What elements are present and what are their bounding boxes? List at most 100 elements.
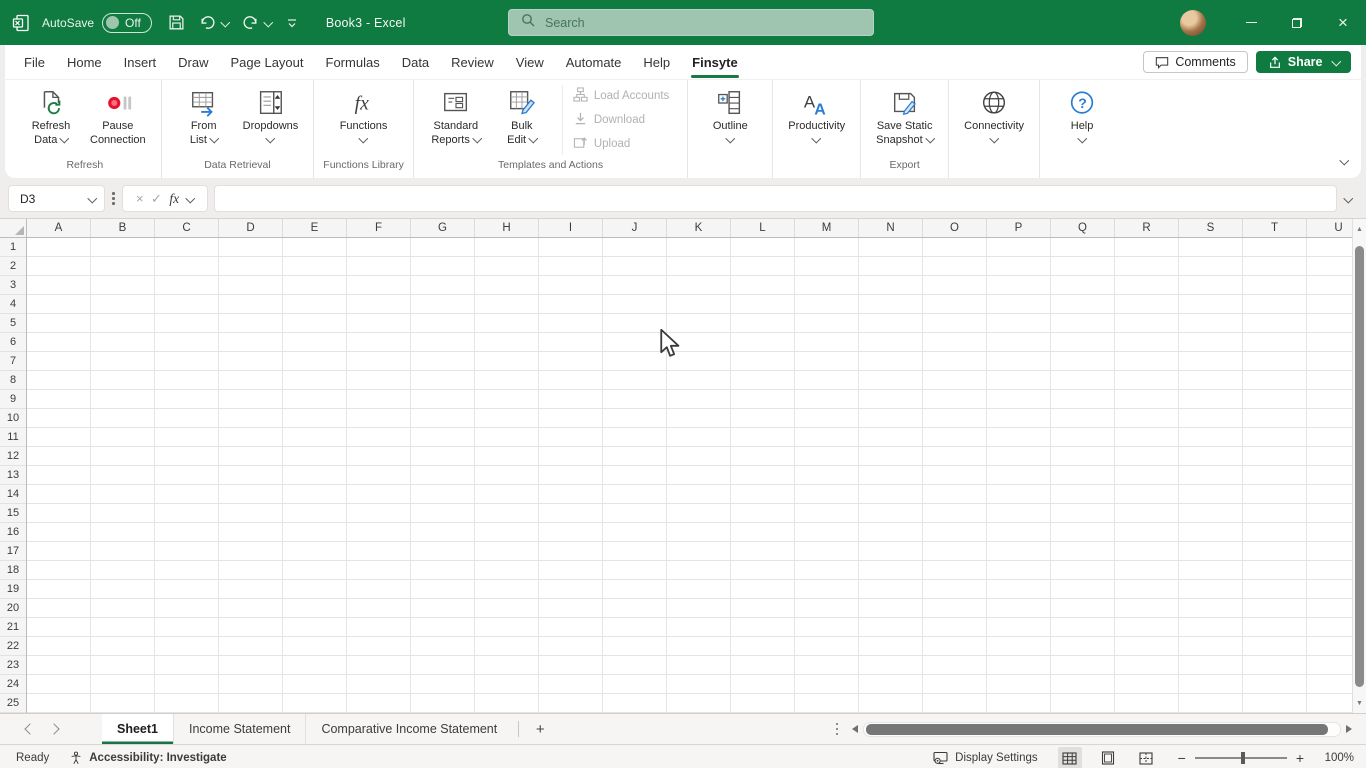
customize-quick-access-button[interactable] [286, 17, 298, 29]
sheet-scroll-splitter[interactable] [835, 722, 838, 736]
row-header-24[interactable]: 24 [0, 675, 26, 694]
download-button[interactable]: Download [573, 109, 669, 131]
row-header-10[interactable]: 10 [0, 409, 26, 428]
normal-view-button[interactable] [1057, 747, 1082, 768]
column-header-n[interactable]: N [859, 219, 923, 237]
column-header-j[interactable]: J [603, 219, 667, 237]
column-header-e[interactable]: E [283, 219, 347, 237]
row-header-9[interactable]: 9 [0, 390, 26, 409]
excel-app-icon[interactable] [10, 12, 32, 34]
pause-connection-button[interactable]: Pause Connection [85, 85, 151, 149]
help-button[interactable]: ? Help [1050, 85, 1114, 149]
column-header-r[interactable]: R [1115, 219, 1179, 237]
tab-view[interactable]: View [505, 45, 555, 79]
productivity-button[interactable]: A A Productivity [783, 85, 850, 149]
column-header-d[interactable]: D [219, 219, 283, 237]
column-header-t[interactable]: T [1243, 219, 1307, 237]
from-list-button[interactable]: From List [172, 85, 236, 149]
close-button[interactable]: × [1320, 0, 1366, 45]
horizontal-scrollbar[interactable] [852, 721, 1352, 737]
tab-automate[interactable]: Automate [555, 45, 633, 79]
tab-finsyte[interactable]: Finsyte [681, 45, 749, 79]
row-header-23[interactable]: 23 [0, 656, 26, 675]
vertical-scrollbar[interactable]: ▲ ▼ [1352, 219, 1366, 713]
scroll-down-icon[interactable]: ▼ [1353, 695, 1366, 711]
column-header-m[interactable]: M [795, 219, 859, 237]
previous-sheet-icon[interactable] [24, 723, 36, 735]
row-header-1[interactable]: 1 [0, 238, 26, 257]
row-header-17[interactable]: 17 [0, 542, 26, 561]
accessibility-status[interactable]: Accessibility: Investigate [69, 751, 227, 765]
save-static-snapshot-button[interactable]: Save Static Snapshot [871, 85, 938, 149]
tab-help[interactable]: Help [632, 45, 681, 79]
scroll-right-icon[interactable] [1346, 725, 1352, 733]
user-avatar[interactable] [1180, 9, 1206, 36]
row-header-2[interactable]: 2 [0, 257, 26, 276]
connectivity-button[interactable]: Connectivity [959, 85, 1029, 149]
row-header-3[interactable]: 3 [0, 276, 26, 295]
next-sheet-icon[interactable] [48, 723, 60, 735]
column-header-k[interactable]: K [667, 219, 731, 237]
sheet-tab-income-statement[interactable]: Income Statement [173, 714, 305, 744]
column-header-i[interactable]: I [539, 219, 603, 237]
horizontal-scrollbar-thumb[interactable] [866, 723, 1328, 735]
row-header-6[interactable]: 6 [0, 333, 26, 352]
cells-area[interactable] [27, 238, 1352, 713]
zoom-slider-thumb[interactable] [1240, 751, 1245, 764]
row-header-21[interactable]: 21 [0, 618, 26, 637]
enter-icon[interactable]: ✓ [151, 191, 162, 207]
page-break-view-button[interactable] [1134, 747, 1158, 768]
sheet-tab-comparative-income-statement[interactable]: Comparative Income Statement [305, 714, 512, 744]
minimize-button[interactable] [1228, 0, 1274, 45]
column-header-h[interactable]: H [475, 219, 539, 237]
column-header-p[interactable]: P [987, 219, 1051, 237]
scroll-up-icon[interactable]: ▲ [1353, 221, 1366, 237]
row-header-5[interactable]: 5 [0, 314, 26, 333]
vertical-scrollbar-thumb[interactable] [1355, 246, 1364, 687]
column-header-g[interactable]: G [411, 219, 475, 237]
row-header-25[interactable]: 25 [0, 694, 26, 713]
save-button[interactable] [168, 14, 185, 31]
scroll-left-icon[interactable] [852, 725, 858, 733]
outline-button[interactable]: Outline [698, 85, 762, 149]
column-header-a[interactable]: A [27, 219, 91, 237]
column-header-b[interactable]: B [91, 219, 155, 237]
column-header-c[interactable]: C [155, 219, 219, 237]
upload-button[interactable]: Upload [573, 133, 669, 155]
row-header-4[interactable]: 4 [0, 295, 26, 314]
row-header-13[interactable]: 13 [0, 466, 26, 485]
cancel-icon[interactable]: × [136, 191, 144, 206]
comments-button[interactable]: Comments [1143, 51, 1248, 73]
display-settings-button[interactable]: Display Settings [933, 751, 1038, 765]
column-header-f[interactable]: F [347, 219, 411, 237]
tab-formulas[interactable]: Formulas [315, 45, 391, 79]
insert-function-button[interactable]: fx [169, 191, 179, 207]
restore-button[interactable] [1274, 0, 1320, 45]
row-header-16[interactable]: 16 [0, 523, 26, 542]
functions-button[interactable]: fx Functions [332, 85, 396, 149]
load-accounts-button[interactable]: Load Accounts [573, 85, 669, 107]
tab-home[interactable]: Home [56, 45, 113, 79]
row-header-7[interactable]: 7 [0, 352, 26, 371]
standard-reports-button[interactable]: Standard Reports [424, 85, 488, 149]
bulk-edit-button[interactable]: Bulk Edit [490, 85, 554, 149]
column-header-l[interactable]: L [731, 219, 795, 237]
tab-file[interactable]: File [13, 45, 56, 79]
new-sheet-button[interactable]: + [525, 714, 555, 744]
row-header-22[interactable]: 22 [0, 637, 26, 656]
tab-draw[interactable]: Draw [167, 45, 219, 79]
row-header-19[interactable]: 19 [0, 580, 26, 599]
column-header-q[interactable]: Q [1051, 219, 1115, 237]
formula-input[interactable] [213, 185, 1337, 212]
formula-bar-splitter[interactable] [112, 192, 115, 205]
select-all-button[interactable] [0, 219, 27, 238]
column-header-s[interactable]: S [1179, 219, 1243, 237]
row-header-18[interactable]: 18 [0, 561, 26, 580]
page-layout-view-button[interactable] [1096, 747, 1120, 768]
row-header-15[interactable]: 15 [0, 504, 26, 523]
refresh-data-button[interactable]: Refresh Data [19, 85, 83, 149]
zoom-level[interactable]: 100% [1320, 752, 1354, 764]
redo-button[interactable] [242, 14, 274, 31]
dropdowns-button[interactable]: Dropdowns [238, 85, 304, 149]
undo-button[interactable] [199, 14, 230, 31]
